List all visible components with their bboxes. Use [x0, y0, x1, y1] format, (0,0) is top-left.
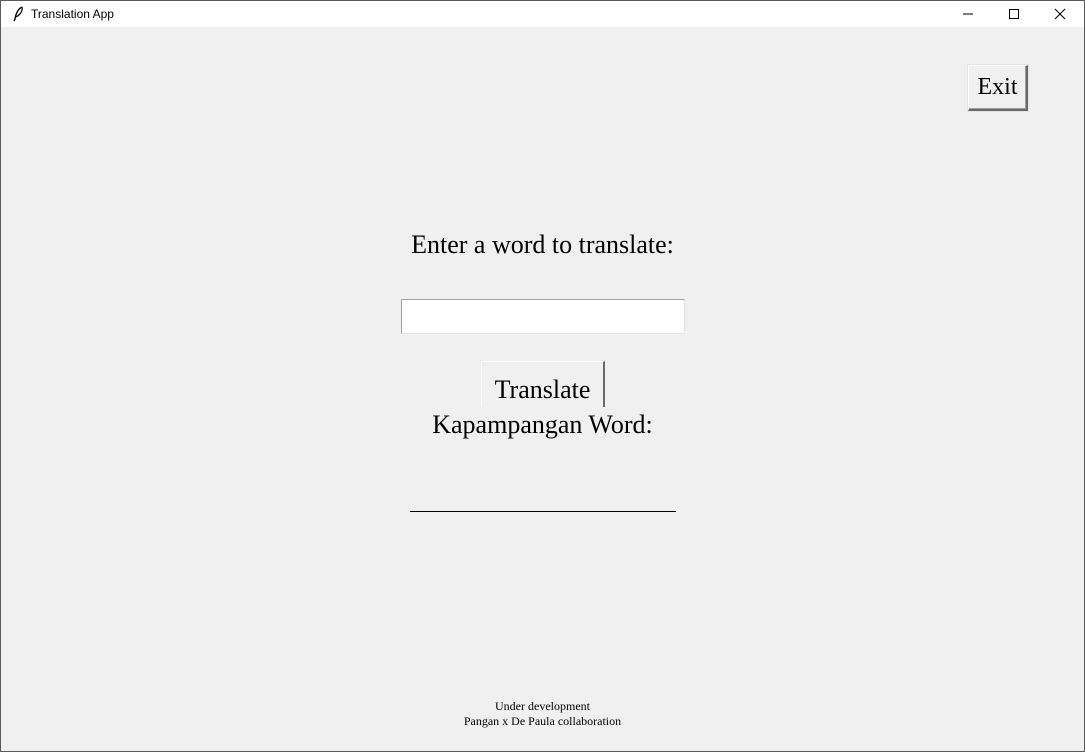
exit-button[interactable]: Exit [968, 65, 1028, 111]
main-area: Exit Enter a word to translate: Translat… [1, 27, 1084, 751]
footer-status: Under development [495, 699, 590, 713]
minimize-button[interactable] [945, 1, 991, 27]
footer-text: Under development Pangan x De Paula coll… [1, 699, 1084, 729]
maximize-icon [1009, 9, 1019, 19]
prompt-label: Enter a word to translate: [411, 230, 674, 259]
app-window: Translation App Exit Enter a word to tra… [0, 0, 1085, 752]
minimize-icon [963, 13, 973, 15]
result-label: Kapampangan Word: [432, 410, 653, 439]
word-input[interactable] [401, 299, 685, 334]
close-button[interactable] [1037, 1, 1083, 27]
footer-credits: Pangan x De Paula collaboration [463, 714, 622, 728]
feather-icon [11, 6, 25, 22]
window-title: Translation App [31, 7, 114, 21]
maximize-button[interactable] [991, 1, 1037, 27]
translate-button[interactable]: Translate [481, 361, 605, 407]
result-output-line [410, 511, 676, 512]
title-bar[interactable]: Translation App [1, 1, 1084, 27]
close-icon [1054, 8, 1066, 20]
